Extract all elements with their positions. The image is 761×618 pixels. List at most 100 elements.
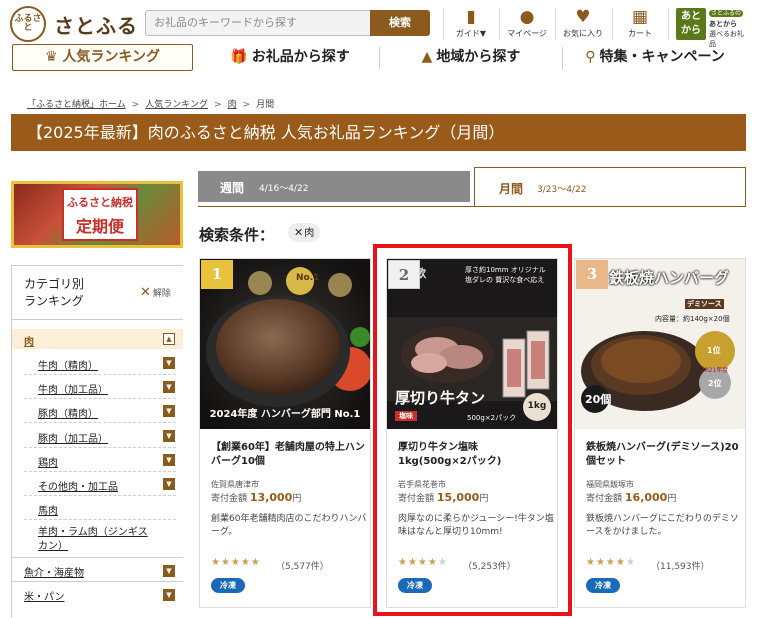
tab-weekly-label: 週間 [220, 181, 245, 195]
category-title: カテゴリ別 ランキング [24, 277, 85, 308]
divider [11, 319, 183, 320]
search-input[interactable]: お礼品のキーワードから探す [145, 10, 371, 36]
category-item-lamb[interactable]: 羊肉・ラム肉（ジンギス カン） [38, 526, 148, 554]
breadcrumb-meat[interactable]: 肉 [228, 100, 237, 110]
favorites-label: お気に入り [563, 29, 603, 38]
tab-monthly[interactable]: 月間 3/23～4/22 [474, 167, 746, 207]
heart-icon: ♥ [575, 7, 591, 27]
mypage-label: マイページ [507, 29, 547, 38]
category-item-horse[interactable]: 馬肉 [38, 502, 58, 517]
expand-icon[interactable]: ▼ [163, 430, 175, 442]
category-item-beef-processed[interactable]: 牛肉（加工品） [38, 381, 108, 396]
review-count[interactable]: （5,577件） [276, 559, 329, 572]
category-item-pork[interactable]: 豚肉（精肉） [38, 405, 98, 420]
nav-ranking[interactable]: ♛ 人気ランキング [12, 44, 193, 71]
teiki-line2: 定期便 [75, 217, 124, 236]
nav-campaign[interactable]: ⚲ 特集・キャンペーン [563, 44, 747, 71]
tab-monthly-dates: 3/23～4/22 [537, 185, 587, 195]
collapse-icon[interactable]: ▲ [163, 333, 175, 345]
expand-icon[interactable]: ▼ [163, 381, 175, 393]
cart-icon: ▦ [631, 7, 649, 27]
close-icon: ✕ [294, 226, 304, 239]
user-icon: ● [519, 7, 535, 27]
frozen-badge: 冷凍 [211, 578, 245, 593]
tab-monthly-label: 月間 [499, 182, 524, 196]
atokara-link[interactable]: あと から さとふるの あとから 選べるお礼品 [676, 8, 748, 48]
divider [24, 471, 176, 472]
teiki-banner[interactable]: ふるさと納税 定期便 [11, 181, 183, 248]
breadcrumb-home[interactable]: 「ふるさと納税」ホーム [27, 100, 126, 110]
search-button[interactable]: 検索 [370, 10, 430, 36]
condition-chip[interactable]: ✕肉 [288, 223, 321, 242]
favorites-link[interactable]: ♥ お気に入り [556, 6, 610, 42]
category-selected-bg [12, 329, 183, 349]
nav-ranking-label: 人気ランキング [62, 49, 161, 65]
nav-search-gifts[interactable]: 🎁 お礼品から探す [200, 44, 380, 71]
logo-text[interactable]: さとふる [54, 10, 138, 39]
nav-search-region[interactable]: ▲ 地域から探す [380, 44, 562, 71]
medal-icon: ⚲ [585, 49, 596, 65]
divider [12, 581, 183, 582]
rank-badge: 1 [201, 260, 233, 289]
crown-icon: ♛ [44, 49, 58, 65]
rank-badge: 3 [576, 260, 608, 289]
expand-icon[interactable]: ▼ [163, 565, 175, 577]
tab-weekly[interactable]: 週間 4/16～4/22 [198, 171, 470, 202]
cart-link[interactable]: ▦ カート [613, 6, 667, 42]
ranking-card[interactable]: 鉄板焼ハンバーグ デミソース 内容量：約140g×20個 20個 1位 2位 2… [574, 258, 746, 608]
mypage-link[interactable]: ● マイページ [500, 6, 554, 42]
divider [24, 447, 176, 448]
expand-icon[interactable]: ▼ [163, 478, 175, 490]
breadcrumb-current: 月間 [256, 100, 275, 110]
product-description: 鉄板焼ハンバーグにこだわりのデミソースをかけました。 [586, 514, 739, 537]
product-description: 創業60年老舗精肉店のこだわりハンバーグ。 [211, 514, 367, 537]
category-item-other-meat[interactable]: その他肉・加工品 [38, 478, 118, 493]
divider [24, 422, 176, 423]
expand-icon[interactable]: ▼ [163, 357, 175, 369]
divider [198, 206, 746, 207]
expand-icon[interactable]: ▼ [163, 405, 175, 417]
product-image-count: 20個 [585, 393, 612, 406]
atokara-mark: あと から [676, 8, 706, 40]
expand-icon[interactable]: ▼ [163, 454, 175, 466]
divider [12, 557, 183, 558]
product-image-detail: 内容量：約140g×20個 [655, 315, 730, 323]
nav-search-region-label: 地域から探す [436, 49, 521, 65]
product-image-title: 鉄板焼ハンバーグ [609, 269, 730, 287]
product-price: 寄付金額 13,000円 [211, 491, 302, 504]
highlight-frame [373, 244, 572, 616]
review-count[interactable]: （11,593件） [651, 559, 710, 572]
product-price: 寄付金額 16,000円 [586, 491, 677, 504]
rating-stars: ★★★★★ [586, 557, 636, 568]
expand-icon[interactable]: ▼ [163, 589, 175, 601]
rating-stars: ★★★★★ [211, 557, 261, 568]
logo-mark[interactable]: ふるさと [10, 6, 46, 42]
category-item-meat[interactable]: 肉 [24, 333, 34, 348]
map-icon: ▲ [421, 49, 433, 65]
atokara-text: さとふるの あとから 選べるお礼品 [709, 10, 744, 48]
category-clear-button[interactable]: ✕ 解除 [140, 285, 171, 300]
breadcrumb: 「ふるさと納税」ホーム > 人気ランキング > 肉 > 月間 [27, 100, 275, 110]
category-item-chicken[interactable]: 鶏肉 [38, 454, 58, 469]
tab-weekly-dates: 4/16～4/22 [259, 184, 309, 194]
product-title[interactable]: 【創業60年】老舗肉屋の特上ハンバーグ10個 [211, 441, 365, 469]
product-image-caption: 2024年度 ハンバーグ部門 No.1 [209, 409, 361, 420]
divider [24, 398, 176, 399]
breadcrumb-ranking[interactable]: 人気ランキング [145, 100, 208, 110]
guide-label: ガイド▼ [455, 29, 487, 38]
ranking-card[interactable]: No.1 2024年度 ハンバーグ部門 No.1 1 【創業60年】老舗肉屋の特… [199, 258, 371, 608]
category-item-rice[interactable]: 米・パン [24, 588, 65, 603]
guide-menu[interactable]: ▮ ガイド▼ [444, 6, 498, 42]
category-item-beef[interactable]: 牛肉（精肉） [38, 357, 98, 372]
product-title[interactable]: 鉄板焼ハンバーグ(デミソース)20個セット [586, 441, 740, 469]
search-condition-label: 検索条件： [199, 226, 275, 244]
close-icon: ✕ [140, 285, 151, 300]
category-item-seafood[interactable]: 魚介・海産物 [24, 564, 84, 579]
teiki-line1: ふるさと納税 [67, 196, 133, 209]
category-item-pork-processed[interactable]: 豚肉（加工品） [38, 430, 108, 445]
divider [24, 519, 176, 520]
product-region: 佐賀県唐津市 [211, 480, 259, 489]
frozen-badge: 冷凍 [586, 578, 620, 593]
award-badge-2: 2位 [708, 379, 722, 388]
award-badge-1: 1位 [707, 346, 721, 355]
